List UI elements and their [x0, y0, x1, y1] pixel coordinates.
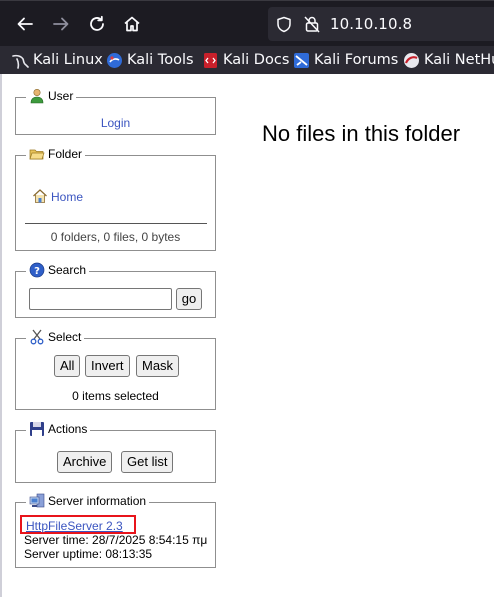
- scissors-icon: [30, 329, 44, 345]
- folder-summary: 0 folders, 0 files, 0 bytes: [50, 230, 181, 244]
- folder-panel-legend: Folder: [26, 145, 86, 163]
- forward-arrow-icon: [53, 17, 69, 31]
- hfs-version-link[interactable]: HttpFileServer 2.3: [26, 519, 123, 533]
- user-icon: [30, 88, 44, 104]
- server-info-panel-legend: Server information: [26, 492, 150, 510]
- home-link-row[interactable]: Home: [32, 188, 83, 204]
- server-time: Server time: 28/7/2025 8:54:15 πμ: [24, 533, 208, 547]
- selection-status: 0 items selected: [72, 389, 159, 403]
- reload-icon: [90, 15, 104, 31]
- search-go-button[interactable]: go: [176, 288, 202, 310]
- select-panel-legend: Select: [26, 328, 85, 346]
- user-panel-title: User: [48, 89, 74, 103]
- help-circle-icon: ?: [29, 262, 45, 278]
- back-arrow-icon: [17, 17, 33, 31]
- user-panel: User Login: [15, 87, 216, 135]
- select-all-button[interactable]: All: [54, 355, 81, 377]
- bookmark-label: Kali Linux: [33, 52, 103, 68]
- insecure-lock-icon[interactable]: [304, 15, 320, 33]
- reload-button[interactable]: [82, 9, 112, 39]
- bookmarks-toolbar: Kali Linux Kali Tools Kali Docs Kali For…: [0, 46, 494, 74]
- actions-panel: Actions Archive Get list: [15, 420, 216, 483]
- home-link[interactable]: Home: [51, 190, 83, 204]
- bookmark-kali-linux[interactable]: Kali Linux: [12, 50, 103, 70]
- url-text[interactable]: 10.10.10.8: [330, 15, 412, 33]
- search-panel-legend: ? Search: [26, 261, 90, 279]
- select-panel: Select All Invert Mask 0 items selected: [15, 328, 216, 410]
- actions-panel-legend: Actions: [26, 420, 91, 438]
- get-list-button[interactable]: Get list: [121, 451, 174, 473]
- home-icon: [124, 16, 140, 32]
- tracking-shield-icon[interactable]: [276, 16, 292, 33]
- bookmark-kali-tools[interactable]: Kali Tools: [106, 50, 194, 70]
- invert-selection-button[interactable]: Invert: [85, 355, 130, 377]
- forward-button[interactable]: [46, 9, 76, 39]
- bookmark-label: Kali Docs: [223, 52, 290, 68]
- search-input[interactable]: [29, 288, 172, 310]
- folder-panel-title: Folder: [48, 147, 83, 161]
- bookmark-label: Kali Forums: [314, 52, 399, 68]
- folder-divider: [25, 223, 207, 224]
- bookmark-label: Kali Tools: [127, 52, 194, 68]
- kali-docs-icon: [204, 52, 217, 68]
- svg-text:?: ?: [34, 266, 40, 277]
- user-panel-legend: User: [26, 87, 77, 105]
- home-folder-icon: [33, 189, 47, 203]
- actions-panel-title: Actions: [48, 422, 88, 436]
- kali-dragon-icon: [12, 54, 29, 69]
- bookmark-label: Kali NetHunter: [424, 52, 494, 68]
- bookmark-kali-forums[interactable]: Kali Forums: [293, 50, 398, 70]
- server-info-panel: Server information HttpFileServer 2.3 Se…: [15, 492, 216, 568]
- server-computer-icon: [29, 493, 45, 508]
- login-link[interactable]: Login: [101, 116, 130, 130]
- no-files-message: No files in this folder: [262, 121, 461, 146]
- open-folder-icon: [29, 149, 45, 160]
- browser-toolbar: 10.10.10.8: [0, 0, 494, 46]
- select-panel-title: Select: [48, 330, 82, 344]
- back-button[interactable]: [10, 9, 40, 39]
- kali-tools-icon: [107, 52, 122, 68]
- home-button[interactable]: [117, 9, 147, 39]
- server-info-panel-title: Server information: [48, 494, 147, 508]
- server-uptime: Server uptime: 08:13:35: [24, 547, 153, 561]
- bookmark-kali-nethunter[interactable]: Kali NetHunter: [403, 50, 494, 70]
- kali-nethunter-icon: [404, 52, 419, 68]
- search-panel: ? Search go: [15, 261, 216, 318]
- folder-panel: Folder Home 0 folders, 0 files, 0 bytes: [15, 145, 216, 251]
- bookmark-kali-docs[interactable]: Kali Docs: [202, 50, 289, 70]
- floppy-disk-icon: [30, 422, 44, 436]
- kali-forums-icon: [294, 52, 309, 68]
- search-panel-title: Search: [48, 263, 87, 277]
- archive-button[interactable]: Archive: [57, 451, 113, 473]
- address-bar[interactable]: 10.10.10.8: [268, 7, 494, 41]
- mask-selection-button[interactable]: Mask: [136, 355, 180, 377]
